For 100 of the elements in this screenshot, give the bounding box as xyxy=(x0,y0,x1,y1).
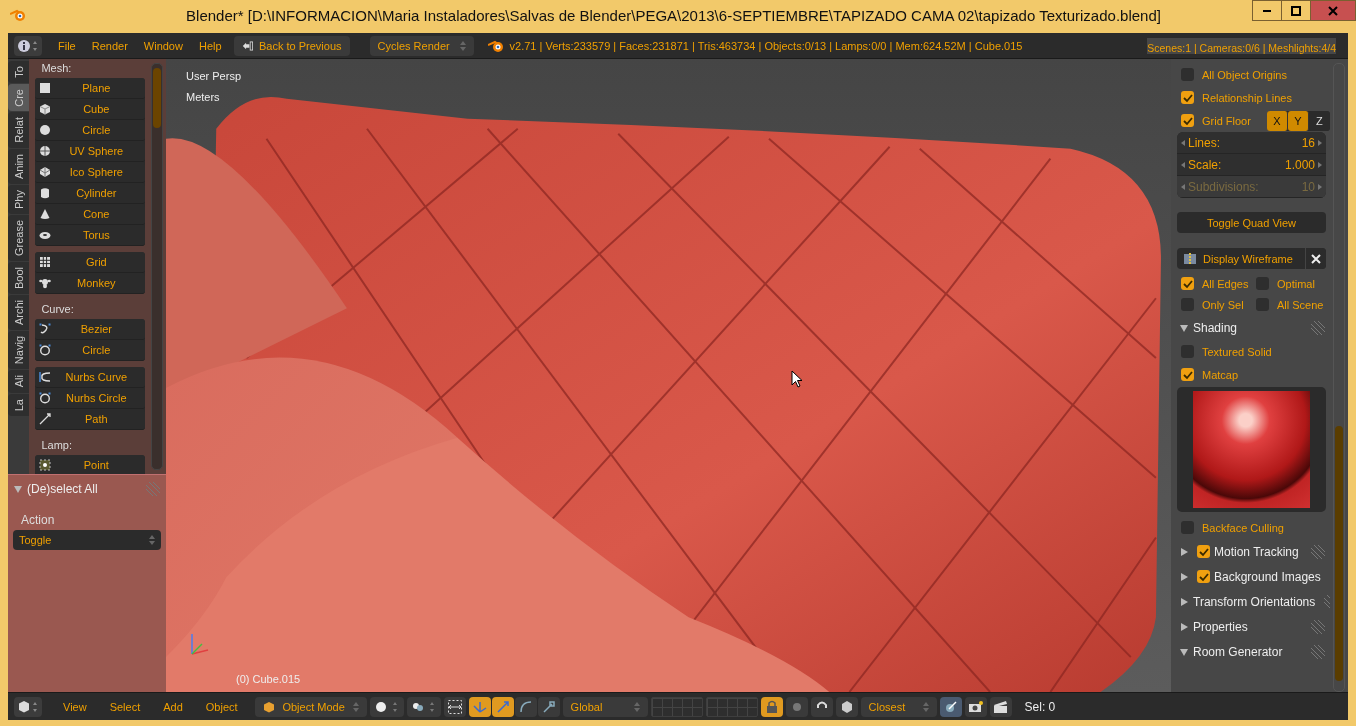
panel-title[interactable]: Shading xyxy=(1193,320,1238,335)
collapse-triangle-icon[interactable] xyxy=(1179,646,1189,657)
tool-tab[interactable]: Anim xyxy=(8,149,30,185)
collapse-triangle-icon[interactable] xyxy=(1179,322,1189,333)
add-object-button[interactable]: Plane xyxy=(35,78,146,99)
decrement-arrow-icon[interactable] xyxy=(1181,139,1185,146)
matcap-preview-frame[interactable] xyxy=(1177,387,1326,512)
back-to-previous-button[interactable]: Back to Previous xyxy=(233,35,350,56)
menu-item[interactable]: Window xyxy=(135,39,191,52)
checkbox[interactable] xyxy=(1181,68,1194,81)
tool-tab[interactable]: Bool xyxy=(8,262,30,295)
number-field[interactable]: Lines: 16 xyxy=(1177,132,1326,154)
menu-item[interactable]: View xyxy=(53,700,97,713)
tool-tab[interactable]: Ali xyxy=(8,370,30,393)
checkbox[interactable] xyxy=(1197,545,1210,558)
minimize-button[interactable] xyxy=(1252,0,1282,21)
increment-arrow-icon[interactable] xyxy=(1318,139,1322,146)
wireframe-icon xyxy=(1183,251,1197,266)
scrollbar[interactable] xyxy=(151,63,163,470)
drag-grip-icon[interactable] xyxy=(145,481,161,497)
panel-title[interactable]: Room Generator xyxy=(1193,644,1283,659)
menu-item[interactable]: Render xyxy=(83,39,136,52)
orientation-dropdown[interactable]: Global xyxy=(562,696,648,717)
menu-item[interactable]: File xyxy=(50,39,84,52)
manipulator-icon[interactable] xyxy=(537,696,560,717)
menu-item[interactable]: Add xyxy=(153,700,193,713)
snap-target-dropdown[interactable]: Closest xyxy=(860,696,937,717)
checkbox[interactable] xyxy=(1181,345,1194,358)
snap-element-icon[interactable] xyxy=(835,696,858,717)
checkbox[interactable] xyxy=(1181,277,1194,290)
snap-align-icon[interactable] xyxy=(939,696,962,717)
mode-dropdown[interactable]: Object Mode xyxy=(254,696,367,717)
close-button[interactable] xyxy=(1310,0,1356,21)
lock-icon[interactable] xyxy=(760,696,783,717)
maximize-button[interactable] xyxy=(1281,0,1311,21)
tool-tab[interactable]: Archi xyxy=(8,295,30,331)
decrement-arrow-icon[interactable] xyxy=(1181,161,1185,168)
menu-item[interactable]: Select xyxy=(99,700,151,713)
checkbox[interactable] xyxy=(1181,114,1194,127)
drag-grip-icon[interactable] xyxy=(1310,618,1326,635)
drag-grip-icon[interactable] xyxy=(1310,543,1326,560)
axis-toggle-button[interactable]: Y xyxy=(1287,110,1309,131)
manipulator-icon[interactable] xyxy=(468,696,491,717)
close-icon[interactable] xyxy=(1304,248,1326,269)
checkbox[interactable] xyxy=(1256,298,1269,311)
expand-triangle-icon[interactable] xyxy=(1179,546,1189,557)
increment-arrow-icon[interactable] xyxy=(1318,161,1322,168)
drag-grip-icon[interactable] xyxy=(1310,319,1326,336)
menu-item[interactable]: Help xyxy=(190,39,230,52)
checkbox-label: Backface Culling xyxy=(1202,521,1284,534)
expand-triangle-icon[interactable] xyxy=(1179,571,1189,582)
add-object-button[interactable]: Nurbs Curve xyxy=(35,367,146,388)
add-object-button[interactable]: Point xyxy=(35,455,146,474)
tool-tab[interactable]: Navig xyxy=(8,331,30,370)
manipulator-icon[interactable] xyxy=(491,696,514,717)
checkbox[interactable] xyxy=(1181,91,1194,104)
tool-tab[interactable]: Relat xyxy=(8,112,30,149)
bezier-curve-icon xyxy=(39,323,52,335)
tool-tab[interactable]: To xyxy=(8,61,30,83)
checkbox[interactable] xyxy=(1181,521,1194,534)
manipulator-toggle-icon[interactable] xyxy=(443,696,466,717)
menu-item[interactable]: Object xyxy=(195,700,248,713)
clapperboard-icon[interactable] xyxy=(989,696,1012,717)
render-engine-dropdown[interactable]: Cycles Render xyxy=(369,35,474,56)
render-camera-icon[interactable] xyxy=(964,696,987,717)
panel-title[interactable]: Transform Orientations xyxy=(1193,594,1316,609)
toggle-quad-view-button[interactable]: Toggle Quad View xyxy=(1177,212,1326,233)
app-logo-icon xyxy=(487,38,504,53)
add-object-button[interactable]: Grid xyxy=(35,252,146,273)
manipulator-icon[interactable] xyxy=(514,696,537,717)
number-field[interactable]: Scale: 1.000 xyxy=(1177,154,1326,176)
units-label: Meters xyxy=(186,91,220,103)
panel-title[interactable]: Background Images xyxy=(1214,569,1321,584)
pivot-dropdown[interactable] xyxy=(406,696,441,717)
editor-type-button[interactable] xyxy=(14,35,42,56)
collapse-triangle-icon[interactable] xyxy=(13,484,23,494)
close-icon xyxy=(1328,5,1338,16)
checkbox[interactable] xyxy=(1197,570,1210,583)
add-object-button[interactable]: Bezier xyxy=(35,319,146,340)
checkbox[interactable] xyxy=(1181,368,1194,381)
checkbox[interactable] xyxy=(1181,298,1194,311)
tool-tab[interactable]: Grease xyxy=(8,215,30,262)
minimize-icon xyxy=(1263,9,1271,12)
scrollbar[interactable] xyxy=(1333,63,1345,692)
drag-grip-icon[interactable] xyxy=(1310,643,1326,660)
plane-icon xyxy=(39,82,52,94)
panel-title[interactable]: Motion Tracking xyxy=(1214,544,1299,559)
checkbox-label: All Scene xyxy=(1277,298,1324,311)
action-dropdown[interactable]: Toggle xyxy=(13,530,161,550)
tool-tab[interactable]: La xyxy=(8,393,30,416)
checkbox[interactable] xyxy=(1256,277,1269,290)
tool-tab[interactable]: Phy xyxy=(8,185,30,215)
editor-type-button[interactable] xyxy=(14,696,42,717)
panel-title[interactable]: Properties xyxy=(1193,619,1248,634)
axis-toggle-button[interactable]: X xyxy=(1266,110,1288,131)
shading-dropdown[interactable] xyxy=(369,696,404,717)
tool-tab[interactable]: Cre xyxy=(8,83,30,112)
magnet-icon[interactable] xyxy=(810,696,833,717)
expand-triangle-icon[interactable] xyxy=(1179,621,1189,632)
expand-triangle-icon[interactable] xyxy=(1179,596,1189,607)
